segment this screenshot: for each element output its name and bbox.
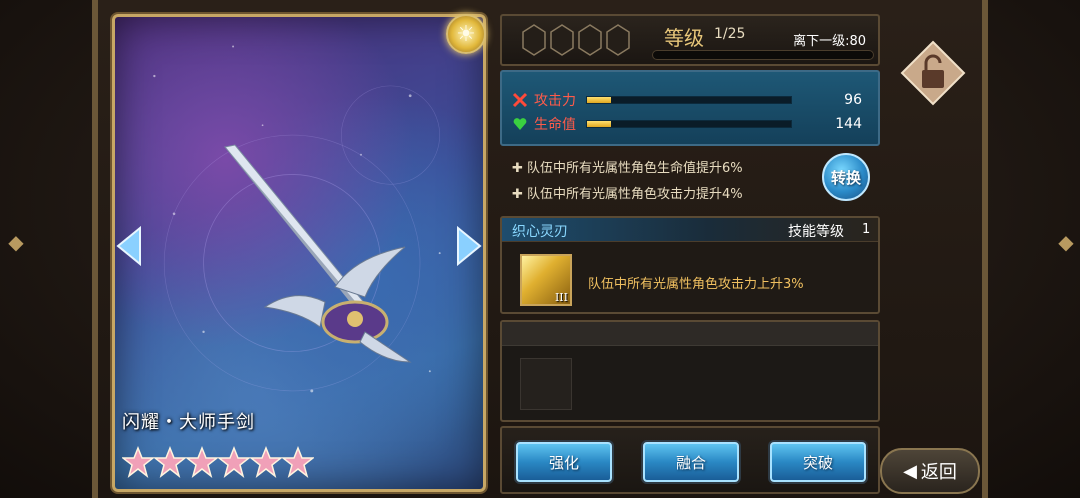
right-ornament-icon: ◆ <box>1058 230 1074 254</box>
rank-slot-icon <box>522 24 546 56</box>
skill-rank: III <box>554 291 568 304</box>
action-bar: 强化 融合 突破 <box>500 426 880 494</box>
level-value: 1/25 <box>714 26 746 42</box>
stat-row-attack: 攻击力 <box>512 90 792 110</box>
convert-button[interactable]: 转换 <box>822 153 870 201</box>
stat-label: 生命值 <box>534 117 576 133</box>
empty-skill-header <box>502 322 878 346</box>
breakthrough-button[interactable]: 突破 <box>770 442 866 482</box>
level-title: 等级 <box>664 26 704 50</box>
prev-weapon-button[interactable] <box>116 226 142 266</box>
rarity-star-icon <box>282 446 314 478</box>
rarity-stars <box>122 446 314 478</box>
chevron-left-icon <box>116 226 141 266</box>
skill-description: 队伍中所有光属性角色攻击力上升3% <box>588 277 804 292</box>
rarity-star-icon <box>154 446 186 478</box>
stat-value: 144 <box>835 116 862 132</box>
stat-label: 攻击力 <box>534 93 576 109</box>
skill-panel: 织心灵刃 技能等级 1 III 队伍中所有光属性角色攻击力上升3% <box>500 216 880 314</box>
back-arrow-icon: ◀ <box>903 460 917 482</box>
lock-button[interactable] <box>900 40 966 106</box>
chevron-right-icon <box>457 226 482 266</box>
rarity-star-icon <box>250 446 282 478</box>
weapon-name: 闪耀・大师手剑 <box>122 412 255 433</box>
heart-icon <box>513 118 527 130</box>
stat-bar <box>586 96 792 104</box>
rank-slots <box>522 24 630 56</box>
level-panel: 等级 1/25 离下一级:80 <box>500 14 880 66</box>
effect-list: ✚ 队伍中所有光属性角色生命值提升6% ✚ 队伍中所有光属性角色攻击力提升4% <box>512 156 743 208</box>
rank-slot-icon <box>578 24 602 56</box>
stat-value: 96 <box>844 92 862 108</box>
fuse-button[interactable]: 融合 <box>643 442 739 482</box>
skill-level-label: 技能等级 <box>788 224 844 240</box>
stat-row-hp: 生命值 <box>512 114 792 134</box>
sword-cross-icon <box>512 92 528 108</box>
rank-slot-icon <box>550 24 574 56</box>
weapon-illustration <box>224 144 412 363</box>
skill-name: 织心灵刃 <box>512 224 568 240</box>
enhance-button[interactable]: 强化 <box>516 442 612 482</box>
left-ornament-icon: ◆ <box>8 230 24 254</box>
rank-slot-icon <box>606 24 630 56</box>
back-label: 返回 <box>920 462 957 483</box>
sun-icon: ☀ <box>446 14 486 54</box>
rarity-star-icon <box>122 446 154 478</box>
empty-skill-slot <box>520 358 572 410</box>
back-button[interactable]: ◀ 返回 <box>880 448 980 494</box>
rarity-star-icon <box>186 446 218 478</box>
effect-item: ✚ 队伍中所有光属性角色生命值提升6% <box>512 161 743 176</box>
next-level-exp: 离下一级:80 <box>793 34 866 49</box>
rarity-star-icon <box>218 446 250 478</box>
stat-bar <box>586 120 792 128</box>
exp-bar <box>652 50 874 60</box>
skill-header: 织心灵刃 技能等级 1 <box>502 218 878 242</box>
empty-skill-panel <box>500 320 880 422</box>
skill-level: 1 <box>862 222 871 237</box>
stats-panel: 攻击力 96 生命值 144 <box>500 70 880 146</box>
next-weapon-button[interactable] <box>456 226 482 266</box>
skill-icon[interactable]: III <box>520 254 572 306</box>
unlock-icon <box>900 40 966 106</box>
effect-item: ✚ 队伍中所有光属性角色攻击力提升4% <box>512 187 743 202</box>
